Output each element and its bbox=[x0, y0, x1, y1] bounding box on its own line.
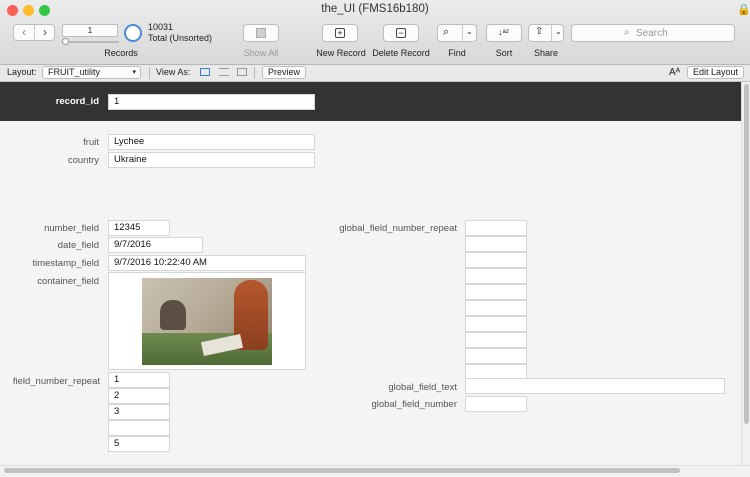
container-photo bbox=[142, 278, 272, 365]
vertical-scrollbar[interactable] bbox=[741, 82, 750, 465]
list-view-icon[interactable] bbox=[219, 68, 229, 76]
chevron-down-icon: ▾ bbox=[132, 69, 136, 76]
preview-button[interactable]: Preview bbox=[262, 66, 306, 79]
divider bbox=[254, 67, 255, 79]
number-field[interactable]: 12345 bbox=[108, 220, 170, 236]
record-number-input[interactable]: 1 bbox=[62, 24, 118, 37]
timestamp-field-label: timestamp_field bbox=[32, 258, 99, 269]
vertical-scroll-thumb[interactable] bbox=[744, 84, 749, 424]
global-field-number-repeat-2[interactable] bbox=[465, 236, 527, 252]
table-view-icon[interactable] bbox=[237, 68, 247, 76]
country-label: country bbox=[67, 155, 99, 166]
text-formatting-icon[interactable]: Aᴬ bbox=[669, 67, 680, 78]
show-all-label: Show All bbox=[243, 48, 279, 58]
record-slider-track[interactable] bbox=[63, 41, 119, 43]
window-toolbar: the_UI (FMS16b180) 🔒 ‹ › 1 Records 10031… bbox=[0, 0, 750, 65]
window-title: the_UI (FMS16b180) bbox=[321, 3, 429, 15]
sort-status: Total (Unsorted) bbox=[148, 33, 213, 43]
field-number-repeat-3[interactable]: 3 bbox=[108, 404, 170, 420]
record-nav-buttons: ‹ › bbox=[13, 24, 55, 41]
fruit-label: fruit bbox=[83, 137, 99, 148]
horizontal-scroll-thumb[interactable] bbox=[4, 468, 680, 473]
global-field-number-repeat-7[interactable] bbox=[465, 316, 527, 332]
lock-icon: 🔒 bbox=[737, 4, 750, 16]
global-field-text-label: global_field_text bbox=[388, 382, 457, 393]
field-number-repeat-5[interactable]: 5 bbox=[108, 436, 170, 452]
new-record-button[interactable]: + bbox=[322, 24, 358, 42]
plus-icon: + bbox=[335, 28, 345, 38]
global-field-number-repeat-3[interactable] bbox=[465, 252, 527, 268]
global-field-number-repeat-4[interactable] bbox=[465, 268, 527, 284]
photo-person-left bbox=[160, 300, 186, 330]
search-placeholder: Search bbox=[636, 28, 668, 39]
timestamp-field[interactable]: 9/7/2016 10:22:40 AM bbox=[108, 255, 306, 271]
new-record-label: New Record bbox=[316, 48, 366, 58]
find-button[interactable]: ⌕ ⌄ bbox=[437, 24, 477, 42]
layout-body: fruit Lychee country Ukraine number_fiel… bbox=[0, 121, 741, 465]
delete-record-button[interactable]: − bbox=[383, 24, 419, 42]
form-view-icon[interactable] bbox=[200, 68, 210, 76]
sort-label: Sort bbox=[495, 48, 513, 58]
field-number-repeat-4[interactable] bbox=[108, 420, 170, 436]
found-set-pie-icon[interactable] bbox=[124, 24, 142, 42]
layout-select[interactable]: FRUIT_utility ▾ bbox=[42, 66, 141, 79]
global-field-number-repeat-5[interactable] bbox=[465, 284, 527, 300]
find-label: Find bbox=[448, 48, 466, 58]
global-field-number-repeat-8[interactable] bbox=[465, 332, 527, 348]
chevron-down-icon[interactable]: ⌄ bbox=[466, 27, 473, 36]
field-number-repeat-label: field_number_repeat bbox=[12, 376, 100, 387]
minus-icon: − bbox=[396, 28, 406, 38]
share-button[interactable]: ⇧ ⌄ bbox=[528, 24, 564, 42]
share-icon: ⇧ bbox=[535, 26, 544, 37]
divider bbox=[462, 25, 463, 41]
fruit-field[interactable]: Lychee bbox=[108, 134, 315, 150]
global-field-number[interactable] bbox=[465, 396, 527, 412]
container-field-label: container_field bbox=[37, 276, 99, 287]
record-id-field[interactable]: 1 bbox=[108, 94, 315, 110]
layout-label: Layout: bbox=[7, 67, 37, 77]
show-all-icon bbox=[256, 28, 266, 38]
divider bbox=[551, 25, 552, 41]
date-field-label: date_field bbox=[57, 240, 99, 251]
search-icon: ⌕ bbox=[624, 27, 630, 38]
search-field[interactable]: ⌕ Search bbox=[571, 24, 735, 42]
global-field-number-repeat-1[interactable] bbox=[465, 220, 527, 236]
total-records-count: 10031 bbox=[148, 22, 174, 32]
field-number-repeat-2[interactable]: 2 bbox=[108, 388, 170, 404]
share-label: Share bbox=[533, 48, 559, 58]
layout-header: record_id 1 bbox=[0, 82, 741, 121]
global-field-number-repeat-9[interactable] bbox=[465, 348, 527, 364]
divider bbox=[149, 67, 150, 79]
magnifier-icon: ⌕ bbox=[443, 26, 450, 38]
next-record-button[interactable]: › bbox=[35, 25, 55, 40]
global-field-text[interactable] bbox=[465, 378, 725, 394]
record-id-label: record_id bbox=[55, 96, 99, 107]
view-as-label: View As: bbox=[156, 67, 191, 77]
show-all-button[interactable] bbox=[243, 24, 279, 42]
record-slider-thumb[interactable] bbox=[62, 38, 69, 45]
layout-select-value: FRUIT_utility bbox=[48, 67, 101, 77]
previous-record-button[interactable]: ‹ bbox=[14, 25, 34, 40]
global-field-number-label: global_field_number bbox=[371, 399, 457, 410]
container-field[interactable] bbox=[108, 272, 306, 370]
horizontal-scrollbar[interactable] bbox=[0, 465, 750, 477]
layout-bar: Layout: FRUIT_utility ▾ View As: Preview… bbox=[0, 65, 750, 82]
country-field[interactable]: Ukraine bbox=[108, 152, 315, 168]
global-field-number-repeat-6[interactable] bbox=[465, 300, 527, 316]
field-number-repeat-1[interactable]: 1 bbox=[108, 372, 170, 388]
chevron-down-icon[interactable]: ⌄ bbox=[555, 27, 562, 36]
sort-icon: ↓ᵃᶻ bbox=[498, 27, 510, 37]
delete-record-label: Delete Record bbox=[372, 48, 430, 58]
date-field[interactable]: 9/7/2016 bbox=[108, 237, 203, 253]
sort-button[interactable]: ↓ᵃᶻ bbox=[486, 24, 522, 42]
edit-layout-button[interactable]: Edit Layout bbox=[687, 66, 744, 79]
number-field-label: number_field bbox=[44, 223, 99, 234]
records-label: Records bbox=[104, 48, 138, 58]
global-field-number-repeat-label: global_field_number_repeat bbox=[339, 223, 457, 234]
